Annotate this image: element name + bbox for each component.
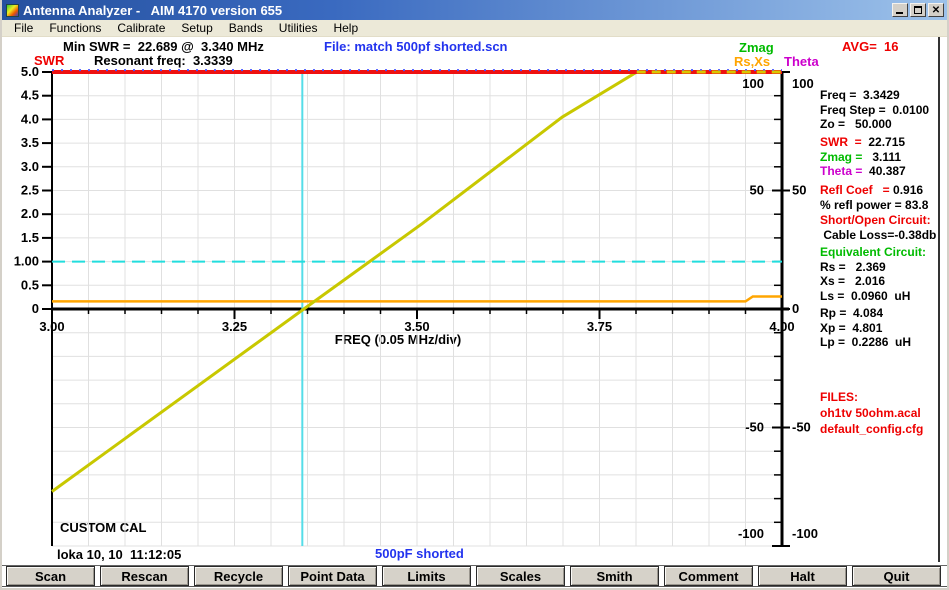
reading-row: Rs = 2.369 bbox=[820, 260, 949, 275]
content-right-border bbox=[938, 37, 940, 562]
point-data-button[interactable]: Point Data bbox=[288, 566, 377, 586]
smith-button[interactable]: Smith bbox=[570, 566, 659, 586]
swr-tick-label: 1.5 bbox=[21, 230, 39, 245]
reading-row: default_config.cfg bbox=[820, 422, 949, 438]
reading-row: Zo = 50.000 bbox=[820, 117, 949, 132]
swr-tick-label: 2.5 bbox=[21, 183, 39, 198]
reading-row: Rp = 4.084 bbox=[820, 306, 949, 321]
reading-row: Xp = 4.801 bbox=[820, 321, 949, 336]
theta-tick-label: 100 bbox=[792, 76, 814, 91]
swr-tick-label: 1.00 bbox=[14, 254, 39, 269]
freq-tick-label: 3.00 bbox=[39, 319, 64, 334]
halt-button[interactable]: Halt bbox=[758, 566, 847, 586]
swr-tick-label: 2.0 bbox=[21, 206, 39, 221]
freq-tick-label: 3.75 bbox=[587, 319, 612, 334]
readings-group-5: Rp = 4.084Xp = 4.801Lp = 0.2286 uH bbox=[820, 306, 949, 350]
avg-readout: AVG= 16 bbox=[842, 39, 898, 54]
datetime-label: loka 10, 10 11:12:05 bbox=[57, 547, 181, 562]
chart: FREQ (0.05 MHz/div) CUSTOM CAL 5.04.54.0… bbox=[2, 0, 949, 562]
readings-group-0: Freq = 3.3429Freq Step = 0.0100Zo = 50.0… bbox=[820, 88, 949, 132]
reading-row: Lp = 0.2286 uH bbox=[820, 335, 949, 350]
swr-tick-label: 0 bbox=[32, 301, 39, 316]
app-window: Antenna Analyzer - AIM 4170 version 655 … bbox=[0, 0, 949, 590]
freq-tick-label: 3.50 bbox=[404, 319, 429, 334]
rsxs-tick-label: -100 bbox=[738, 526, 764, 541]
zmag-legend: Zmag bbox=[739, 40, 774, 55]
readings-group-2: Refl Coef = 0.916% refl power = 83.8 bbox=[820, 183, 949, 212]
reading-row: Refl Coef = 0.916 bbox=[820, 183, 949, 198]
reading-row: SWR = 22.715 bbox=[820, 135, 949, 150]
limits-button[interactable]: Limits bbox=[382, 566, 471, 586]
swr-tick-label: 3.0 bbox=[21, 159, 39, 174]
min-swr-readout: Min SWR = 22.689 @ 3.340 MHz bbox=[63, 39, 264, 54]
swr-tick-label: 4.5 bbox=[21, 88, 39, 103]
quit-button[interactable]: Quit bbox=[852, 566, 941, 586]
scan-name-label: 500pF shorted bbox=[375, 546, 464, 561]
freq-tick-label: 3.25 bbox=[222, 319, 247, 334]
rsxs-tick-label: -50 bbox=[745, 420, 764, 435]
rsxs-legend: Rs,Xs bbox=[734, 54, 770, 69]
theta-tick-label: -100 bbox=[792, 526, 818, 541]
comment-button[interactable]: Comment bbox=[664, 566, 753, 586]
freq-tick-label: 4.00 bbox=[769, 319, 794, 334]
readings-group-4: Equivalent Circuit:Rs = 2.369Xs = 2.016L… bbox=[820, 245, 949, 303]
rescan-button[interactable]: Rescan bbox=[100, 566, 189, 586]
recycle-button[interactable]: Recycle bbox=[194, 566, 283, 586]
button-bar: ScanRescanRecyclePoint DataLimitsScalesS… bbox=[2, 565, 947, 587]
loaded-file-label: File: match 500pf shorted.scn bbox=[324, 39, 508, 54]
theta-tick-label: 0 bbox=[792, 301, 799, 316]
swr-tick-label: 3.5 bbox=[21, 135, 39, 150]
rsxs-tick-label: 100 bbox=[742, 76, 764, 91]
swr-axis-title: SWR bbox=[34, 53, 64, 68]
reading-row: Freq = 3.3429 bbox=[820, 88, 949, 103]
swr-tick-label: 4.0 bbox=[21, 111, 39, 126]
reading-row: Theta = 40.387 bbox=[820, 164, 949, 179]
reading-row: Xs = 2.016 bbox=[820, 274, 949, 289]
reading-row: Cable Loss=-0.38db bbox=[820, 228, 949, 243]
reading-row: Ls = 0.0960 uH bbox=[820, 289, 949, 304]
swr-tick-label: 0.5 bbox=[21, 277, 39, 292]
readings-group-1: SWR = 22.715Zmag = 3.111Theta = 40.387 bbox=[820, 135, 949, 179]
scan-button[interactable]: Scan bbox=[6, 566, 95, 586]
theta-legend: Theta bbox=[784, 54, 819, 69]
theta-tick-label: 50 bbox=[792, 183, 806, 198]
reading-row: % refl power = 83.8 bbox=[820, 198, 949, 213]
resonant-freq-readout: Resonant freq: 3.3339 bbox=[94, 53, 233, 68]
readings-group-3: Short/Open Circuit: Cable Loss=-0.38db bbox=[820, 213, 949, 242]
scales-button[interactable]: Scales bbox=[476, 566, 565, 586]
reading-row: oh1tv 50ohm.acal bbox=[820, 406, 949, 422]
rsxs-tick-label: 50 bbox=[750, 183, 764, 198]
reading-row: Short/Open Circuit: bbox=[820, 213, 949, 228]
reading-row: Equivalent Circuit: bbox=[820, 245, 949, 260]
theta-tick-label: -50 bbox=[792, 420, 811, 435]
reading-row: Freq Step = 0.0100 bbox=[820, 103, 949, 118]
reading-row: Zmag = 3.111 bbox=[820, 150, 949, 165]
freq-axis-title: FREQ (0.05 MHz/div) bbox=[335, 332, 461, 347]
readings-group-6: FILES:oh1tv 50ohm.acaldefault_config.cfg bbox=[820, 390, 949, 439]
reading-row: FILES: bbox=[820, 390, 949, 406]
